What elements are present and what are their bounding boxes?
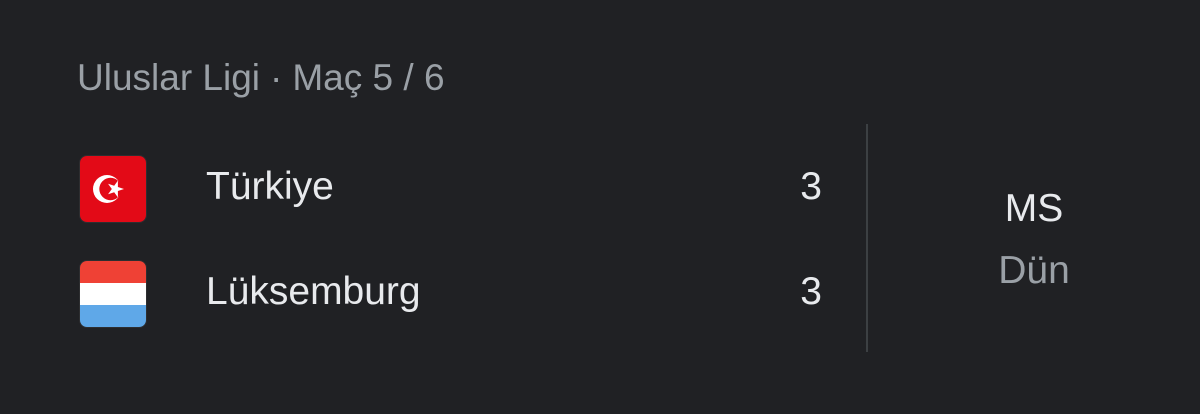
team-row-home[interactable]: Türkiye 3 bbox=[0, 148, 850, 228]
team-row-away[interactable]: Lüksemburg 3 bbox=[0, 253, 850, 333]
luxembourg-flag-icon bbox=[80, 261, 146, 327]
match-card[interactable]: Uluslar Ligi · Maç 5 / 6 Türkiye 3 Lüksemb… bbox=[0, 0, 1200, 414]
team-name-home: Türkiye bbox=[206, 165, 334, 208]
turkey-flag-icon bbox=[80, 156, 146, 222]
match-status: MS bbox=[1004, 187, 1064, 230]
team-name-away: Lüksemburg bbox=[206, 270, 421, 313]
divider bbox=[866, 124, 868, 352]
match-header: Uluslar Ligi · Maç 5 / 6 bbox=[77, 56, 445, 100]
competition-name: Uluslar Ligi bbox=[77, 57, 261, 98]
match-time: Dün bbox=[998, 249, 1070, 292]
header-separator: · bbox=[270, 57, 283, 98]
score-home: 3 bbox=[800, 165, 822, 208]
matchday-label: Maç 5 / 6 bbox=[292, 57, 445, 98]
score-away: 3 bbox=[800, 270, 822, 313]
